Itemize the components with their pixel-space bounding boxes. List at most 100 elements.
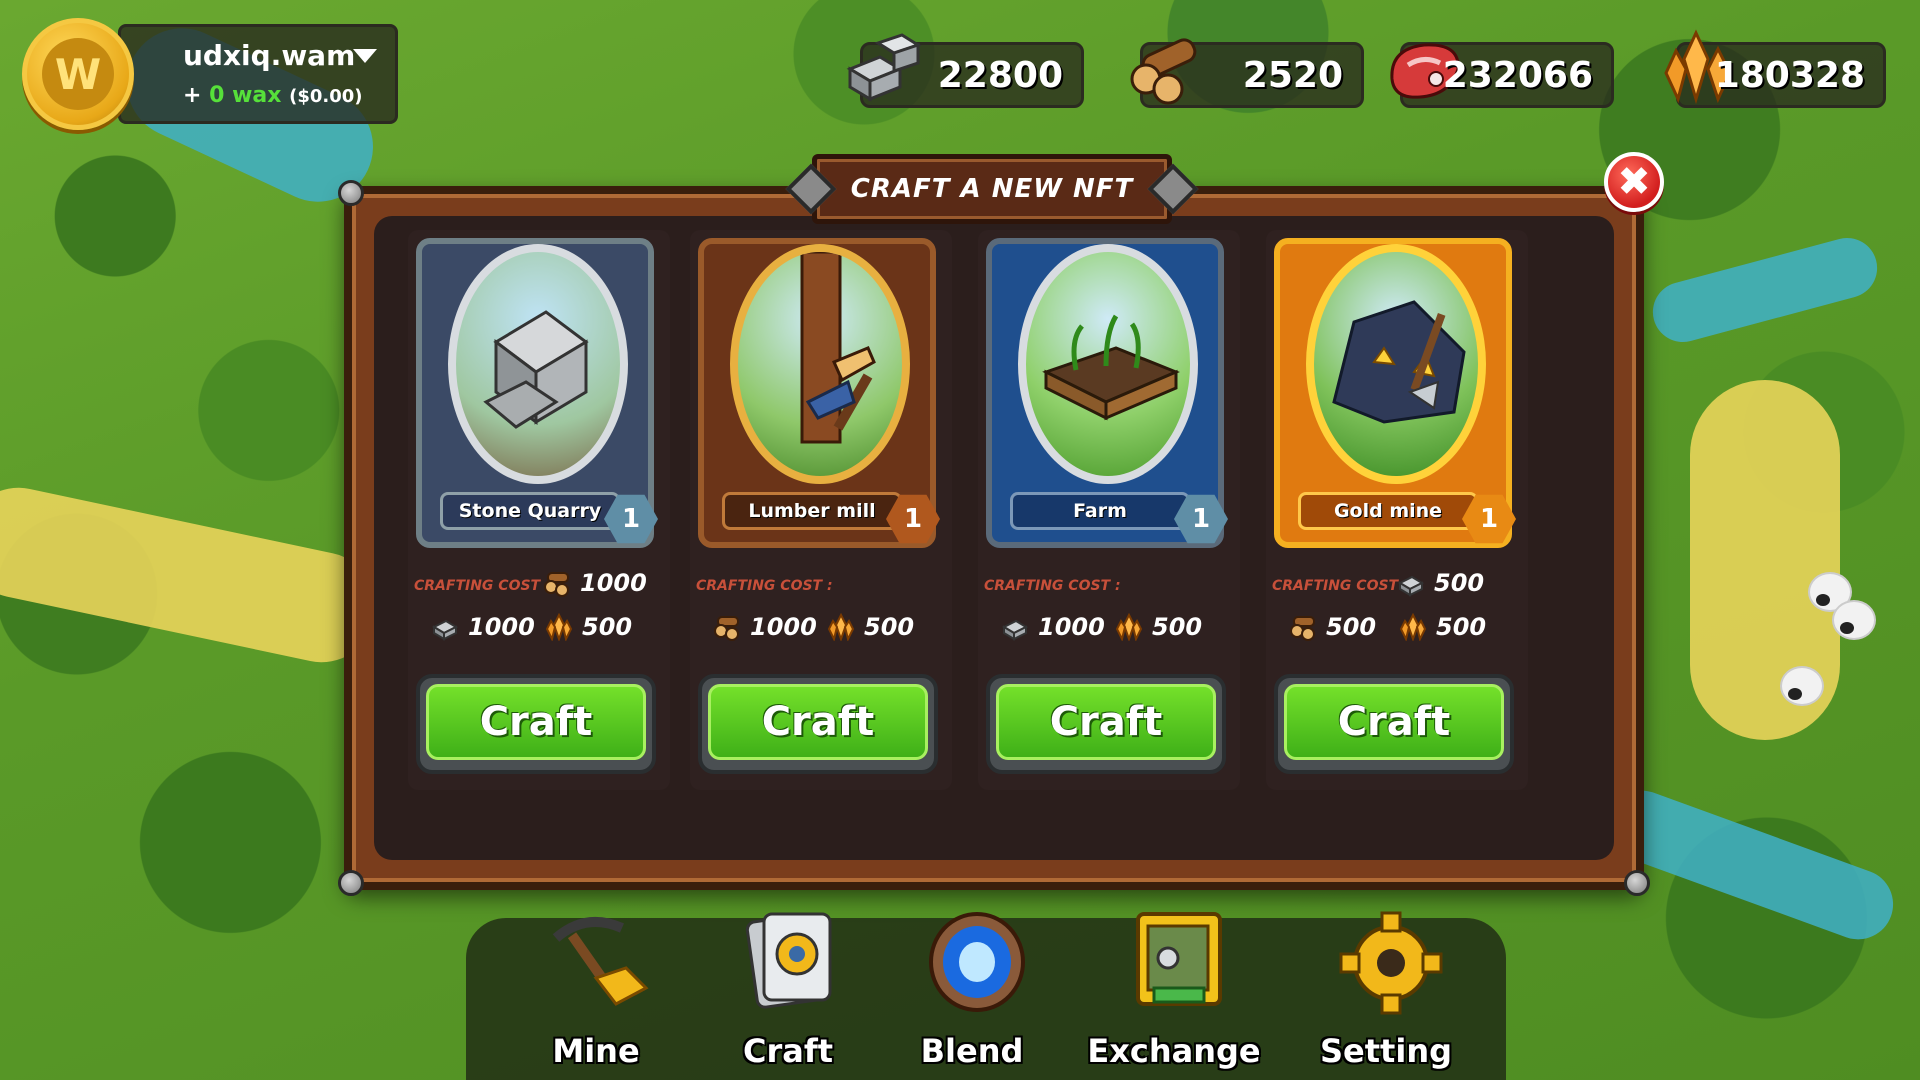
modal-title-plate: CRAFT A NEW NFT: [785, 154, 1199, 224]
cost-amount: 500: [1436, 613, 1487, 641]
resource-wood: 2520: [1130, 38, 1364, 108]
cost-stone: 500: [1394, 568, 1484, 598]
cost-stone: 1000: [998, 612, 1105, 642]
resource-food: 232066: [1390, 42, 1614, 108]
craft-button-label: Craft: [1284, 684, 1504, 760]
menu-label: Mine: [552, 1032, 640, 1070]
gold-crystal-icon: [824, 612, 858, 642]
gear-icon: [1336, 908, 1446, 1018]
stone-icon: [428, 612, 462, 642]
wood-icon: [1286, 612, 1320, 642]
close-icon: ✖: [1617, 159, 1651, 205]
nft-card: Stone Quarry 1: [416, 238, 658, 548]
resource-gold: 180328: [1664, 29, 1886, 108]
cost-amount: 1000: [468, 613, 535, 641]
menu-item-craft[interactable]: Craft: [698, 912, 878, 1080]
cost-gold: 500: [542, 612, 632, 642]
wood-icon: [540, 568, 574, 598]
bottom-menu: Mine Craft Blend Exchange Setting: [466, 911, 1506, 1080]
cost-amount: 500: [1326, 613, 1377, 641]
card-slot-gold-mine: Gold mine 1 CRAFTING COST : 500 500 500 …: [1266, 230, 1528, 790]
account-panel[interactable]: udxiq.wam + 0 wax ($0.00): [118, 24, 398, 124]
cost-amount: 500: [864, 613, 915, 641]
sheep-icon: [1780, 666, 1824, 706]
craft-button-farm[interactable]: Craft: [986, 674, 1226, 774]
account-name: udxiq.wam: [183, 39, 356, 72]
cost-amount: 500: [1152, 613, 1203, 641]
craft-modal: CRAFT A NEW NFT ✖ Stone Quarry 1 CRAFTIN…: [338, 152, 1664, 896]
craft-button-label: Craft: [426, 684, 646, 760]
gold-crystal-icon: [542, 612, 576, 642]
balance-prefix: +: [183, 83, 202, 108]
card-slot-lumber-mill: Lumber mill 1 CRAFTING COST : 1000 500 C…: [690, 230, 952, 790]
menu-label: Blend: [920, 1032, 1024, 1070]
modal-title: CRAFT A NEW NFT: [850, 174, 1134, 204]
wax-balance: + 0 wax ($0.00): [183, 83, 363, 108]
gold-mine-art: [1306, 244, 1486, 484]
cost-gold: 500: [1112, 612, 1202, 642]
vault-icon: [1124, 908, 1234, 1018]
resource-stone: 22800: [846, 33, 1084, 108]
cost-gold: 500: [824, 612, 914, 642]
menu-item-blend[interactable]: Blend: [882, 912, 1062, 1080]
bolt-icon: [338, 180, 364, 206]
cost-amount: 1000: [580, 569, 647, 597]
farm-art: [1018, 244, 1198, 484]
crafting-cost-label: CRAFTING COST :: [696, 578, 833, 594]
card-name: Lumber mill: [722, 492, 902, 530]
gold-crystal-icon: [1112, 612, 1146, 642]
nft-card: Lumber mill 1: [698, 238, 940, 548]
crafting-cost-label: CRAFTING COST :: [1272, 578, 1409, 594]
card-slot-stone-quarry: Stone Quarry 1 CRAFTING COST : 1000 1000…: [408, 230, 670, 790]
cost-amount: 1000: [1038, 613, 1105, 641]
cost-wood: 1000: [710, 612, 817, 642]
lumber-mill-art: [730, 244, 910, 484]
menu-item-exchange[interactable]: Exchange: [1084, 912, 1264, 1080]
stone-quarry-art: [448, 244, 628, 484]
bolt-icon: [1624, 870, 1650, 896]
cards-icon: [738, 908, 848, 1018]
craft-button-label: Craft: [708, 684, 928, 760]
cost-amount: 500: [1434, 569, 1485, 597]
card-name: Stone Quarry: [440, 492, 620, 530]
wax-coin-letter: W: [42, 38, 114, 110]
menu-label: Craft: [742, 1032, 834, 1070]
chevron-down-icon[interactable]: [353, 49, 377, 63]
resource-value: 180328: [1714, 55, 1865, 96]
close-button[interactable]: ✖: [1604, 152, 1664, 212]
wax-usd: ($0.00): [289, 86, 363, 107]
cost-amount: 500: [582, 613, 633, 641]
nft-card: Farm 1: [986, 238, 1228, 548]
resource-value: 22800: [937, 55, 1063, 96]
craft-button-lumber-mill[interactable]: Craft: [698, 674, 938, 774]
pickaxe-icon: [546, 908, 656, 1018]
craft-button-label: Craft: [996, 684, 1216, 760]
gold-crystal-icon: [1396, 612, 1430, 642]
stone-icon: [1394, 568, 1428, 598]
card-slot-farm: Farm 1 CRAFTING COST : 1000 500 Craft: [978, 230, 1240, 790]
stone-icon: [837, 23, 933, 115]
cost-amount: 1000: [750, 613, 817, 641]
cost-wood: 1000: [540, 568, 647, 598]
cost-stone: 1000: [428, 612, 535, 642]
card-name: Farm: [1010, 492, 1190, 530]
wax-amount: 0 wax: [209, 83, 282, 108]
wallet-panel: udxiq.wam + 0 wax ($0.00) W: [22, 14, 398, 130]
stone-icon: [998, 612, 1032, 642]
crafting-cost-label: CRAFTING COST :: [984, 578, 1121, 594]
menu-label: Setting: [1320, 1032, 1452, 1070]
resource-value: 232066: [1442, 55, 1593, 96]
card-name: Gold mine: [1298, 492, 1478, 530]
craft-button-stone-quarry[interactable]: Craft: [416, 674, 656, 774]
menu-item-mine[interactable]: Mine: [506, 917, 686, 1080]
wax-coin-icon: W: [22, 18, 134, 130]
crafting-cost-label: CRAFTING COST :: [414, 578, 551, 594]
bolt-icon: [338, 870, 364, 896]
craft-button-gold-mine[interactable]: Craft: [1274, 674, 1514, 774]
nft-card: Gold mine 1: [1274, 238, 1516, 548]
menu-label: Exchange: [1087, 1032, 1261, 1070]
portal-icon: [922, 908, 1032, 1018]
menu-item-setting[interactable]: Setting: [1296, 911, 1476, 1080]
resource-value: 2520: [1242, 55, 1343, 96]
wood-icon: [710, 612, 744, 642]
